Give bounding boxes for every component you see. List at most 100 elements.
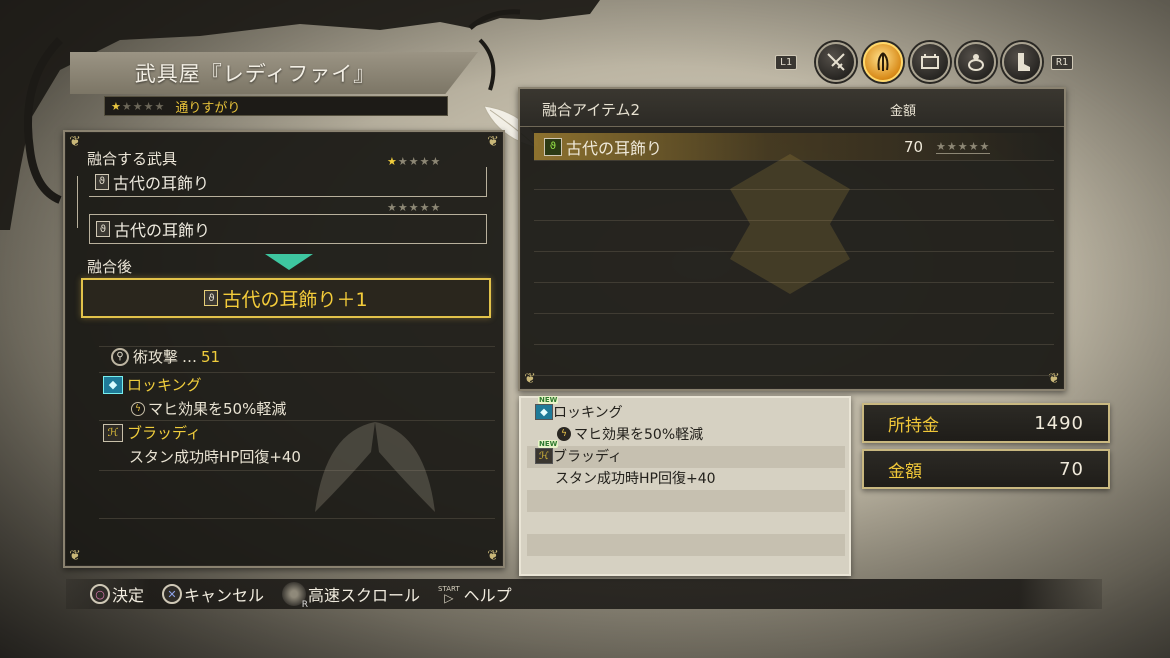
help-fast-scroll-label: 高速スクロール: [308, 586, 421, 605]
tab-weapon[interactable]: [816, 42, 856, 82]
material-slot-1[interactable]: ϑ 古代の耳飾り: [89, 167, 487, 197]
shop-rank-stars: ★★★★★: [111, 99, 166, 113]
circle-button-icon: ○: [90, 584, 110, 604]
list-header-item: 融合アイテム2: [542, 101, 641, 119]
ability-row-1: ◆ ロッキング: [103, 374, 202, 395]
stat-value: 51: [201, 347, 221, 366]
button-help-bar: ○ 決定 ✕ キャンセル 高速スクロール START ▷ ヘルプ: [66, 579, 1102, 610]
corner-ornament: ❦: [69, 548, 81, 564]
start-triangle-icon: ▷: [444, 591, 454, 605]
tab-ring[interactable]: [956, 42, 996, 82]
shop-rank-label: 通りすがり: [175, 100, 241, 116]
row-stripe: [527, 490, 845, 512]
corner-ornament: ❦: [487, 134, 499, 150]
diamond-ability-icon: ◆: [103, 375, 123, 394]
stat-label: 術攻撃: [133, 348, 179, 366]
new-badge: NEW: [538, 440, 559, 448]
ring-icon: [968, 54, 984, 71]
ability-detail-panel: ◆ NEW ロッキング ϟ マヒ効果を50%軽減 ℋ NEW ブラッディ スタン…: [519, 396, 851, 576]
earring-icon: ϑ: [96, 221, 110, 237]
price-label: 金額: [888, 461, 922, 482]
stat-separator: …: [182, 347, 198, 366]
boot-icon: [1018, 53, 1030, 71]
fusion-item-list-panel: ❦ ❦ ❦ ❦ 融合アイテム2 金額 ϑ 古代の耳飾り 70 ★★★★★: [518, 87, 1066, 391]
detail-ability-2: ℋ NEW ブラッディ: [535, 440, 623, 466]
shop-name: 武具屋『レディファイ』: [134, 62, 376, 86]
earring-icon: ϑ: [95, 173, 109, 190]
ability-2-name: ブラッディ: [127, 424, 201, 442]
ability-1-effect-row: ϟ マヒ効果を50%軽減: [131, 398, 286, 419]
start-button-icon: START ▷: [438, 585, 460, 605]
detail-ability-2-effect-row: スタン成功時HP回復+40: [555, 468, 716, 488]
cross-button-icon: ✕: [162, 584, 183, 604]
right-stick-icon: [282, 582, 308, 610]
armor-icon: [921, 54, 939, 69]
corner-ornament: ❦: [69, 134, 81, 150]
sword-icon: [827, 53, 845, 71]
down-arrow-icon: [265, 254, 313, 270]
detail-ability-2-name: ブラッディ: [553, 449, 623, 465]
help-help-label: ヘルプ: [463, 586, 512, 605]
list-item-stars: ★★★★★: [936, 139, 991, 154]
tab-boots[interactable]: [1002, 42, 1042, 82]
shop-rank-bar: ★★★★★ 通りすがり: [104, 96, 448, 116]
lightning-icon: ϟ: [131, 401, 145, 416]
list-item-name: 古代の耳飾り: [566, 138, 663, 158]
price-value: 70: [1059, 458, 1084, 480]
r1-hint: R1: [1051, 55, 1074, 70]
help-help[interactable]: START ▷ ヘルプ: [438, 582, 512, 606]
script-ability-icon: ℋ: [103, 423, 123, 442]
divider: [99, 372, 495, 373]
help-confirm[interactable]: ○ 決定: [90, 582, 144, 606]
ability-2-effect-row: スタン成功時HP回復+40: [129, 446, 301, 467]
list-item-empty: [534, 317, 1054, 345]
wing-watermark-icon: [315, 422, 435, 512]
diamond-ability-icon: ◆ NEW: [535, 396, 559, 420]
l1-hint: L1: [775, 55, 798, 70]
detail-ability-1-name: ロッキング: [553, 405, 623, 421]
earring-icon: ϑ: [204, 290, 219, 306]
earring-icon: ϑ: [544, 137, 562, 156]
detail-ability-1-effect: マヒ効果を50%軽減: [574, 427, 704, 443]
row-stripe: [527, 534, 845, 556]
fusion-materials-header: 融合する武具: [87, 150, 178, 168]
new-badge: NEW: [538, 396, 559, 404]
money-held-box: 所持金 1490: [862, 403, 1110, 443]
ability-2-effect: スタン成功時HP回復+40: [129, 448, 301, 466]
help-cancel-label: キャンセル: [184, 586, 265, 605]
detail-ability-2-effect: スタン成功時HP回復+40: [555, 471, 716, 487]
fusion-result-header: 融合後: [87, 258, 133, 276]
price-box: 金額 70: [862, 449, 1110, 489]
lightning-icon: ϟ: [557, 427, 571, 441]
slot-connector: [77, 176, 78, 228]
detail-ability-1-effect-row: ϟ マヒ効果を50%軽減: [557, 424, 703, 444]
fusion-result-name: 古代の耳飾り＋1: [222, 288, 368, 311]
ability-row-2: ℋ ブラッディ: [103, 422, 201, 443]
money-held-label: 所持金: [888, 415, 939, 436]
list-item-empty: [534, 348, 1054, 376]
help-fast-scroll[interactable]: 高速スクロール: [282, 582, 421, 610]
list-header: 融合アイテム2 金額: [520, 89, 1064, 127]
tab-accessory-feather[interactable]: [863, 42, 903, 82]
ability-1-name: ロッキング: [127, 376, 202, 394]
help-confirm-label: 決定: [112, 586, 145, 605]
script-ability-icon: ℋ NEW: [535, 440, 559, 464]
material-slot-2[interactable]: ϑ 古代の耳飾り: [89, 214, 487, 244]
help-cancel[interactable]: ✕ キャンセル: [162, 582, 264, 606]
list-item-price: 70: [904, 137, 924, 156]
material-slot-2-name: 古代の耳飾り: [114, 221, 211, 240]
ability-1-effect: マヒ効果を50%軽減: [148, 400, 287, 418]
tab-armor[interactable]: [910, 42, 950, 82]
list-header-price: 金額: [890, 104, 917, 119]
fusion-result: ϑ 古代の耳飾り＋1: [81, 278, 491, 318]
money-held-value: 1490: [1034, 412, 1084, 434]
slot2-stars: ★★★★★: [387, 201, 442, 214]
stat-row-magic-attack: ⚲ 術攻撃 … 51: [111, 346, 220, 367]
corner-ornament: ❦: [487, 548, 499, 564]
detail-ability-1: ◆ NEW ロッキング: [535, 396, 623, 422]
material-slot-1-name: 古代の耳飾り: [113, 173, 210, 193]
magnifier-icon: ⚲: [111, 347, 129, 366]
emblem-watermark-icon: [730, 154, 850, 294]
fusion-panel: ❦ ❦ ❦ ❦ 融合する武具 ★★★★★ ϑ 古代の耳飾り ★★★★★ ϑ 古代…: [63, 130, 505, 568]
feather-icon: [877, 52, 889, 71]
